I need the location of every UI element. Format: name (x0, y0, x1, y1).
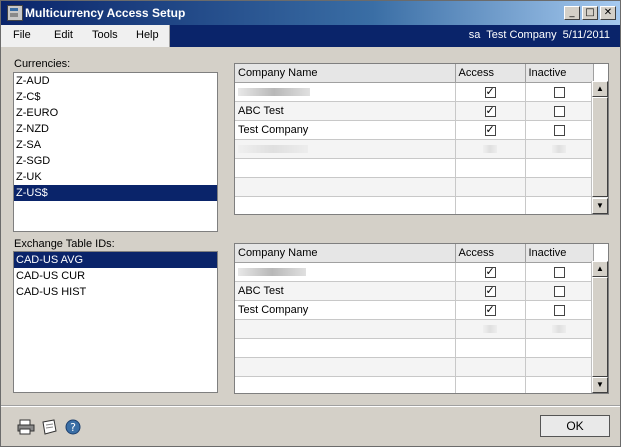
column-company-name[interactable]: Company Name (235, 64, 456, 83)
currency-item[interactable]: Z-AUD (14, 73, 217, 89)
company-name-cell (235, 82, 456, 102)
table-row[interactable] (235, 262, 594, 282)
menu-file[interactable]: File (13, 29, 31, 41)
inactive-checkbox[interactable] (553, 86, 565, 98)
currencies-list[interactable]: Z-AUD Z-C$ Z-EURO Z-NZD Z-SA Z-SGD Z-UK … (13, 72, 218, 232)
exchange-item[interactable]: CAD-US HIST (14, 284, 217, 300)
table-row[interactable]: Test Company (235, 120, 594, 140)
menu-tools[interactable]: Tools (92, 29, 118, 41)
column-inactive[interactable]: Inactive (525, 244, 594, 263)
ok-button[interactable]: OK (540, 415, 610, 437)
column-inactive[interactable]: Inactive (525, 64, 594, 83)
currency-item[interactable]: Z-C$ (14, 89, 217, 105)
vertical-scrollbar[interactable]: ▲ ▼ (591, 81, 608, 214)
currency-item[interactable]: Z-SA (14, 137, 217, 153)
scroll-thumb[interactable] (592, 277, 608, 377)
close-button[interactable]: ✕ (600, 6, 616, 20)
exchange-table-list[interactable]: CAD-US AVG CAD-US CUR CAD-US HIST (13, 251, 218, 393)
currency-item[interactable]: Z-UK (14, 169, 217, 185)
user-company-date: sa Test Company 5/11/2011 (468, 29, 610, 41)
help-icon[interactable]: ? (65, 419, 81, 438)
window-title: Multicurrency Access Setup (25, 6, 186, 20)
scroll-up-icon[interactable]: ▲ (592, 81, 608, 97)
inactive-checkbox[interactable] (553, 105, 565, 117)
empty-row (235, 338, 594, 358)
empty-row (235, 319, 594, 339)
empty-row (235, 158, 594, 178)
empty-row (235, 376, 594, 393)
app-icon (7, 5, 23, 21)
exchange-item[interactable]: CAD-US CUR (14, 268, 217, 284)
access-checkbox[interactable] (484, 104, 496, 117)
inactive-checkbox[interactable] (553, 285, 565, 297)
scroll-down-icon[interactable]: ▼ (592, 377, 608, 393)
currencies-label: Currencies: (14, 58, 71, 70)
access-checkbox[interactable] (484, 284, 496, 297)
company-name-cell: Test Company (235, 300, 456, 320)
currency-item[interactable]: Z-SGD (14, 153, 217, 169)
menu-bar: File Edit Tools Help sa Test Company 5/1… (1, 25, 620, 47)
column-access[interactable]: Access (455, 64, 526, 83)
currency-item-selected[interactable]: Z-US$ (14, 185, 217, 201)
company-name-cell: Test Company (235, 120, 456, 140)
menu-strip: File Edit Tools Help (1, 25, 170, 47)
title-bar[interactable]: Multicurrency Access Setup _ □ ✕ (1, 1, 620, 25)
currency-item[interactable]: Z-EURO (14, 105, 217, 121)
access-checkbox[interactable] (484, 303, 496, 316)
exchange-item-selected[interactable]: CAD-US AVG (14, 252, 217, 268)
inactive-checkbox[interactable] (553, 124, 565, 136)
multicurrency-access-window: Multicurrency Access Setup _ □ ✕ File Ed… (0, 0, 621, 447)
note-icon[interactable] (40, 419, 58, 438)
scroll-down-icon[interactable]: ▼ (592, 198, 608, 214)
empty-row (235, 196, 594, 214)
inactive-checkbox[interactable] (553, 304, 565, 316)
empty-row (235, 357, 594, 377)
minimize-button[interactable]: _ (564, 6, 580, 20)
redacted-company-name (238, 88, 310, 97)
table-row[interactable]: ABC Test (235, 281, 594, 301)
table-row[interactable]: Test Company (235, 300, 594, 320)
redacted-company-name (238, 268, 306, 277)
company-name-cell: ABC Test (235, 281, 456, 301)
table-row[interactable] (235, 82, 594, 102)
menu-help[interactable]: Help (136, 29, 159, 41)
column-access[interactable]: Access (455, 244, 526, 263)
currency-item[interactable]: Z-NZD (14, 121, 217, 137)
access-checkbox[interactable] (484, 123, 496, 136)
vertical-scrollbar[interactable]: ▲ ▼ (591, 261, 608, 393)
scroll-up-icon[interactable]: ▲ (592, 261, 608, 277)
column-company-name[interactable]: Company Name (235, 244, 456, 263)
empty-row (235, 177, 594, 197)
inactive-checkbox[interactable] (553, 266, 565, 278)
company-name-cell: ABC Test (235, 101, 456, 121)
exchange-access-grid: Company Name Access Inactive ABC Test Te… (234, 243, 609, 394)
printer-icon[interactable] (17, 419, 35, 438)
access-checkbox[interactable] (484, 85, 496, 98)
exchange-table-label: Exchange Table IDs: (14, 238, 115, 250)
company-name-cell (235, 262, 456, 282)
maximize-button[interactable]: □ (582, 6, 598, 20)
menu-edit[interactable]: Edit (54, 29, 73, 41)
empty-row (235, 139, 594, 159)
table-row[interactable]: ABC Test (235, 101, 594, 121)
access-checkbox[interactable] (484, 265, 496, 278)
currency-access-grid: Company Name Access Inactive ABC Test Te… (234, 63, 609, 215)
footer-separator (1, 405, 620, 407)
scroll-thumb[interactable] (592, 97, 608, 197)
svg-text:?: ? (70, 421, 76, 434)
